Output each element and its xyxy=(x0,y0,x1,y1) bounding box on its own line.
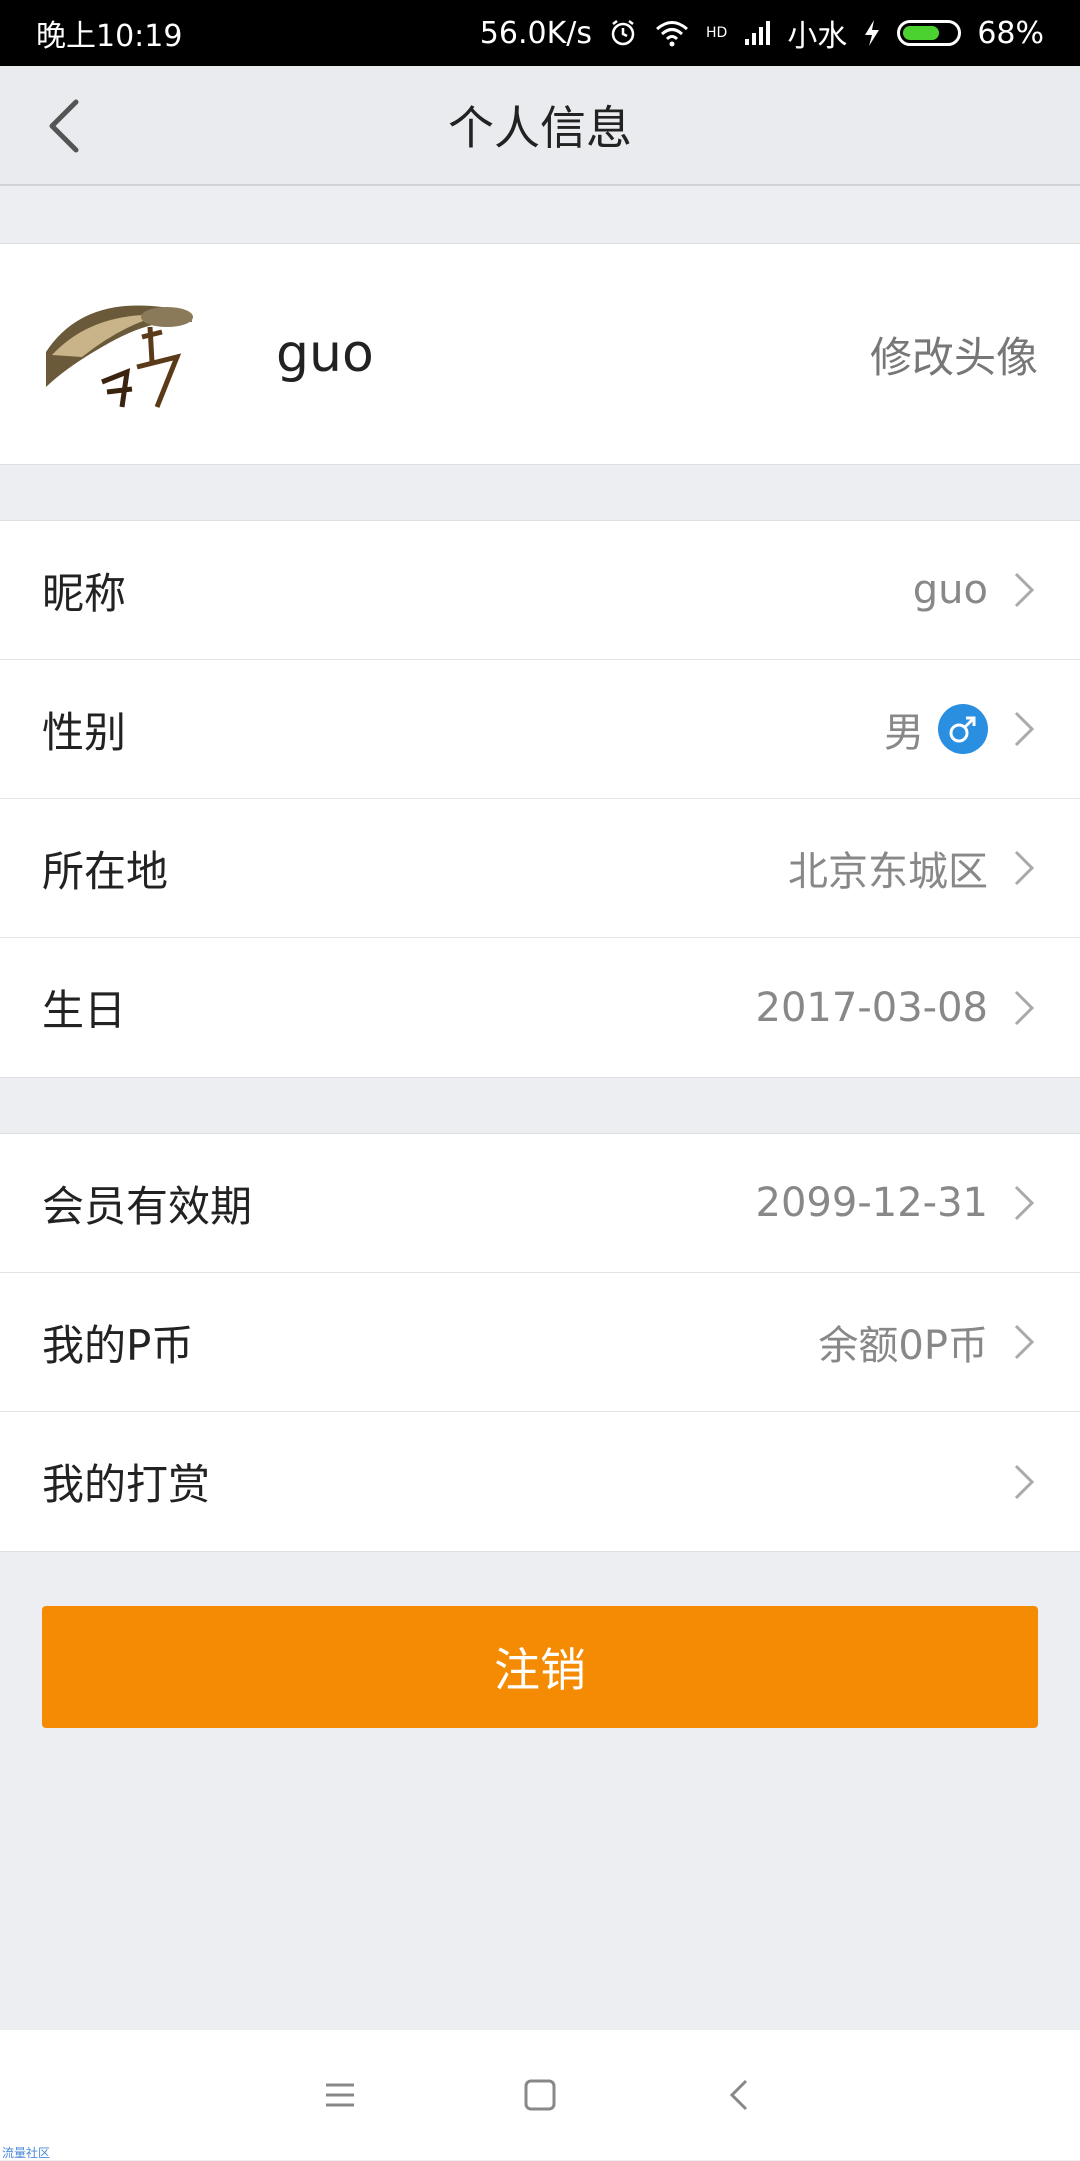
male-icon xyxy=(938,704,988,754)
wifi-icon xyxy=(656,21,688,47)
battery-fill xyxy=(903,26,939,40)
row-value: 余额0P币 xyxy=(818,1323,988,1369)
alarm-icon xyxy=(611,20,635,46)
chevron-right-icon xyxy=(1014,711,1035,747)
chevron-right-icon xyxy=(1014,850,1035,886)
row-value: guo xyxy=(912,567,988,613)
row-nickname[interactable]: 昵称 guo xyxy=(0,521,1080,660)
row-label: 我的P币 xyxy=(42,1320,194,1370)
watermark: 流量社区 xyxy=(2,2146,51,2160)
row-value: 北京东城区 xyxy=(788,849,988,895)
back-button[interactable] xyxy=(34,92,94,160)
battery-icon xyxy=(897,20,962,46)
row-label: 昵称 xyxy=(42,568,127,618)
carrier-name: 小水 xyxy=(787,19,848,54)
change-avatar-link[interactable]: 修改头像 xyxy=(870,324,1038,385)
chevron-right-icon xyxy=(1014,572,1035,608)
row-membership[interactable]: 会员有效期 2099-12-31 xyxy=(0,1134,1080,1273)
battery-percent: 68% xyxy=(977,15,1044,51)
charging-icon xyxy=(865,20,880,46)
row-label: 会员有效期 xyxy=(42,1181,253,1231)
back-icon[interactable] xyxy=(720,2075,760,2115)
row-gender[interactable]: 性别 男 xyxy=(0,660,1080,799)
system-nav-bar xyxy=(0,2030,1080,2160)
info-section: 昵称 guo 性别 男 所在地 北京东城区 生日 2017-03-08 xyxy=(0,520,1080,1078)
row-value: 男 xyxy=(884,710,924,756)
row-p-coin[interactable]: 我的P币 余额0P币 xyxy=(0,1273,1080,1412)
chevron-right-icon xyxy=(1014,1324,1035,1360)
row-birthday[interactable]: 生日 2017-03-08 xyxy=(0,938,1080,1077)
row-value: 2017-03-08 xyxy=(755,984,988,1031)
avatar-row[interactable]: guo 修改头像 xyxy=(0,244,1080,464)
account-section: 会员有效期 2099-12-31 我的P币 余额0P币 我的打赏 xyxy=(0,1133,1080,1552)
row-rewards[interactable]: 我的打赏 xyxy=(0,1412,1080,1551)
status-bar: 晚上10:19 56.0K/s HD 小水 68% xyxy=(0,0,1080,66)
avatar-image xyxy=(42,277,196,431)
network-speed: 56.0K/s xyxy=(479,15,592,51)
row-label: 生日 xyxy=(42,986,127,1035)
page-title: 个人信息 xyxy=(448,101,632,155)
row-value: 2099-12-31 xyxy=(755,1180,988,1226)
row-label: 性别 xyxy=(42,707,127,757)
chevron-right-icon xyxy=(1014,1464,1035,1499)
logout-button[interactable]: 注销 xyxy=(42,1606,1038,1728)
status-time: 晚上10:19 xyxy=(36,19,183,54)
home-icon[interactable] xyxy=(520,2075,560,2115)
status-indicators: 56.0K/s HD 小水 68% xyxy=(480,11,1044,55)
row-label: 我的打赏 xyxy=(42,1460,211,1509)
hd-label: HD xyxy=(706,25,728,41)
row-label: 所在地 xyxy=(42,846,169,896)
signal-icon xyxy=(745,21,771,45)
nav-bar: 个人信息 xyxy=(0,66,1080,186)
profile-section: guo 修改头像 xyxy=(0,243,1080,465)
avatar xyxy=(42,277,196,431)
row-location[interactable]: 所在地 北京东城区 xyxy=(0,799,1080,938)
chevron-left-icon xyxy=(49,99,79,153)
chevron-right-icon xyxy=(1014,1185,1035,1221)
menu-icon[interactable] xyxy=(320,2075,360,2115)
username: guo xyxy=(276,324,374,384)
chevron-right-icon xyxy=(1014,990,1035,1025)
